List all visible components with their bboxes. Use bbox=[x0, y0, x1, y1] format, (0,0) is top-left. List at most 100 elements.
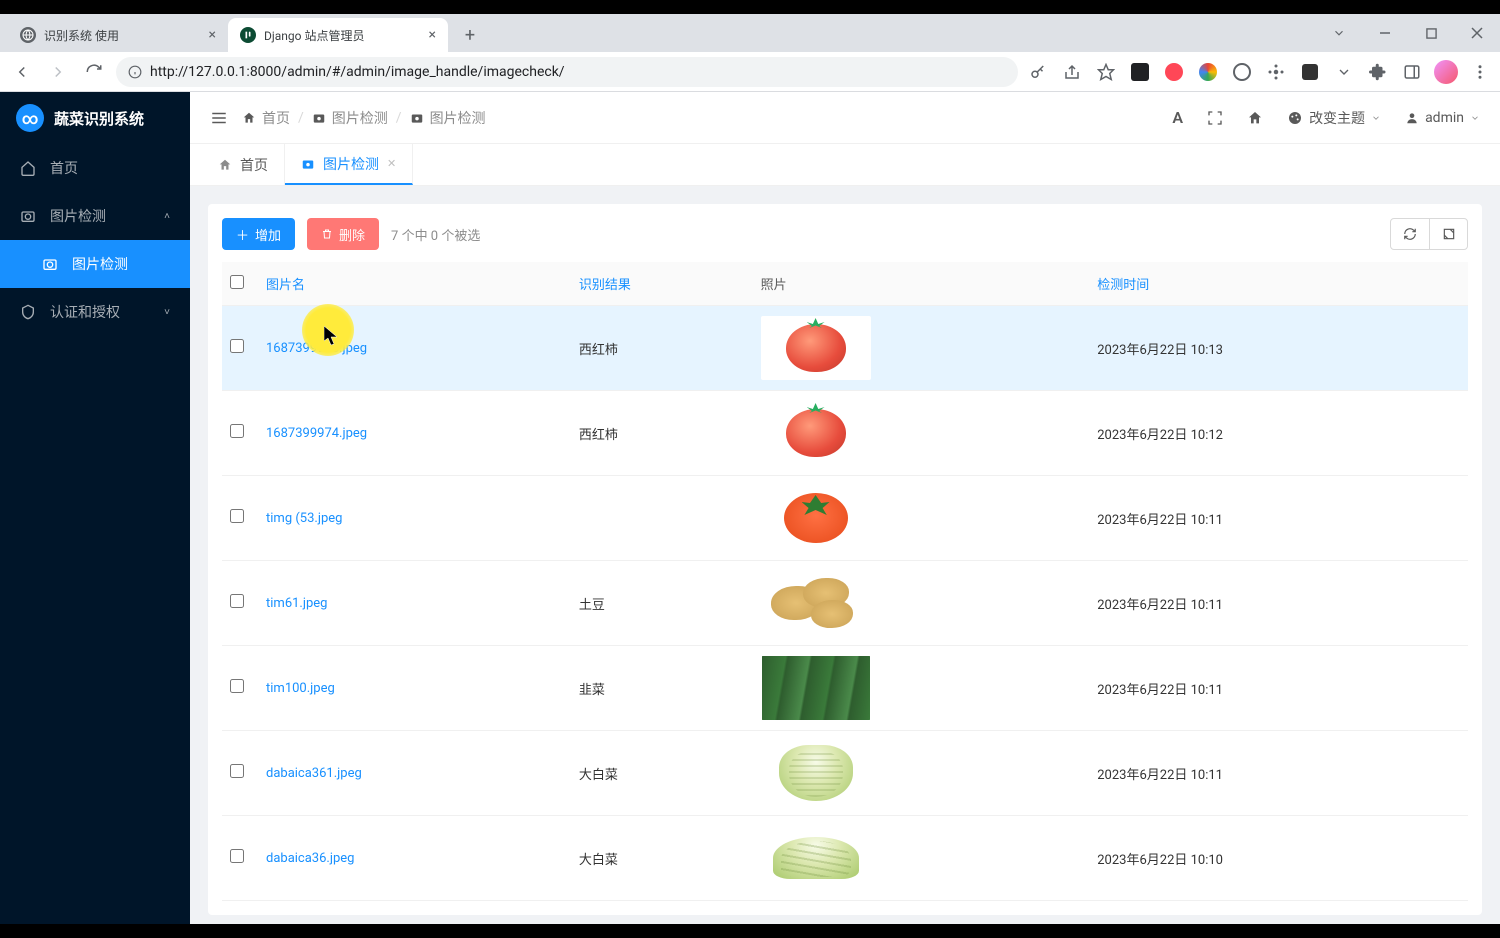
sidebar-item-auth[interactable]: 认证和授权 ˅ bbox=[0, 288, 190, 336]
font-button[interactable]: A bbox=[1172, 108, 1183, 127]
profile-avatar[interactable] bbox=[1434, 60, 1458, 84]
breadcrumb-group[interactable]: 图片检测 bbox=[312, 108, 388, 128]
star-icon[interactable] bbox=[1094, 60, 1118, 84]
menu-label: 认证和授权 bbox=[50, 302, 120, 322]
menu-label: 首页 bbox=[50, 158, 78, 178]
add-button[interactable]: ＋ 增加 bbox=[222, 218, 295, 250]
sidebar-item-home[interactable]: 首页 bbox=[0, 144, 190, 192]
delete-button[interactable]: 删除 bbox=[307, 218, 379, 250]
extensions-icon[interactable] bbox=[1366, 60, 1390, 84]
home-button[interactable] bbox=[1247, 110, 1263, 126]
thumbnail[interactable] bbox=[761, 571, 871, 635]
time-cell: 2023年6月22日 10:12 bbox=[1089, 391, 1468, 476]
result-cell: 大白菜 bbox=[571, 816, 753, 901]
ext-icon-6[interactable] bbox=[1298, 60, 1322, 84]
select-all-checkbox[interactable] bbox=[230, 275, 244, 289]
dropdown-icon[interactable] bbox=[1316, 16, 1362, 50]
maximize-button[interactable] bbox=[1408, 16, 1454, 50]
table-row: timg (53.jpeg 2023年6月22日 10:11 bbox=[222, 476, 1468, 561]
table-row: tim100.jpeg 韭菜 2023年6月22日 10:11 bbox=[222, 646, 1468, 731]
time-cell: 2023年6月22日 10:11 bbox=[1089, 646, 1468, 731]
thumbnail[interactable] bbox=[761, 741, 871, 805]
thumbnail[interactable] bbox=[761, 316, 871, 380]
close-icon[interactable]: ✕ bbox=[387, 157, 396, 170]
row-checkbox[interactable] bbox=[230, 679, 244, 693]
menu-icon[interactable] bbox=[1468, 60, 1492, 84]
sidebar-item-image-detect[interactable]: 图片检测 ˄ bbox=[0, 192, 190, 240]
thumbnail[interactable] bbox=[761, 656, 871, 720]
panel-icon[interactable] bbox=[1400, 60, 1424, 84]
browser-tab-active[interactable]: Django 站点管理员 × bbox=[228, 18, 448, 52]
breadcrumb-home[interactable]: 首页 bbox=[242, 108, 290, 128]
table-row: tim61.jpeg 土豆 2023年6月22日 10:11 bbox=[222, 561, 1468, 646]
django-icon bbox=[240, 27, 256, 43]
camera-icon bbox=[410, 111, 424, 125]
breadcrumb-page: 图片检测 bbox=[410, 108, 486, 128]
share-icon[interactable] bbox=[1060, 60, 1084, 84]
home-icon bbox=[218, 158, 232, 172]
camera-icon bbox=[301, 157, 315, 171]
ext-icon-3[interactable] bbox=[1196, 60, 1220, 84]
ext-icon-7[interactable] bbox=[1332, 60, 1356, 84]
page-tab-image-detect[interactable]: 图片检测 ✕ bbox=[285, 144, 413, 185]
sidebar: ∞ 蔬菜识别系统 首页 图片检测 ˄ 图片检测 认证和授权 bbox=[0, 92, 190, 924]
close-window-button[interactable] bbox=[1454, 16, 1500, 50]
refresh-button[interactable] bbox=[1391, 219, 1429, 249]
ext-icon-5[interactable] bbox=[1264, 60, 1288, 84]
row-checkbox[interactable] bbox=[230, 764, 244, 778]
back-button[interactable] bbox=[8, 58, 36, 86]
expand-icon bbox=[1207, 110, 1223, 126]
filename-link[interactable]: timg (53.jpeg bbox=[266, 511, 342, 526]
col-result[interactable]: 识别结果 bbox=[571, 262, 753, 306]
minimize-button[interactable] bbox=[1362, 16, 1408, 50]
app-logo[interactable]: ∞ 蔬菜识别系统 bbox=[0, 92, 190, 144]
col-time[interactable]: 检测时间 bbox=[1089, 262, 1468, 306]
ext-icon-1[interactable] bbox=[1128, 60, 1152, 84]
new-tab-button[interactable]: + bbox=[456, 21, 484, 49]
page-tab-home[interactable]: 首页 bbox=[202, 144, 285, 185]
theme-selector[interactable]: 改变主题 bbox=[1287, 108, 1381, 128]
reload-button[interactable] bbox=[80, 58, 108, 86]
chevron-down-icon: ˅ bbox=[164, 307, 170, 318]
row-checkbox[interactable] bbox=[230, 594, 244, 608]
fullscreen-button[interactable] bbox=[1207, 110, 1223, 126]
toolbar: ＋ 增加 删除 7 个中 0 个被选 bbox=[222, 218, 1468, 250]
filename-link[interactable]: 1687399985.jpeg bbox=[266, 341, 367, 356]
user-menu[interactable]: admin bbox=[1405, 110, 1480, 126]
hamburger-button[interactable] bbox=[210, 109, 228, 127]
table-row: 1687399985.jpeg 西红柿 2023年6月22日 10:13 bbox=[222, 306, 1468, 391]
key-icon[interactable] bbox=[1026, 60, 1050, 84]
ext-icon-2[interactable] bbox=[1162, 60, 1186, 84]
close-icon[interactable]: × bbox=[429, 27, 436, 43]
row-checkbox[interactable] bbox=[230, 339, 244, 353]
filename-link[interactable]: tim100.jpeg bbox=[266, 681, 335, 696]
app-title: 蔬菜识别系统 bbox=[54, 108, 144, 129]
shield-icon bbox=[20, 304, 36, 320]
row-checkbox[interactable] bbox=[230, 849, 244, 863]
col-filename[interactable]: 图片名 bbox=[258, 262, 571, 306]
thumbnail[interactable] bbox=[761, 401, 871, 465]
table-row: dabaica36.jpeg 大白菜 2023年6月22日 10:10 bbox=[222, 816, 1468, 901]
browser-tab[interactable]: 识别系统 使用 × bbox=[8, 18, 228, 52]
filename-link[interactable]: 1687399974.jpeg bbox=[266, 426, 367, 441]
filename-link[interactable]: dabaica36.jpeg bbox=[266, 851, 354, 866]
url-input[interactable]: http://127.0.0.1:8000/admin/#/admin/imag… bbox=[116, 57, 1018, 87]
thumbnail[interactable] bbox=[761, 826, 871, 890]
row-checkbox[interactable] bbox=[230, 424, 244, 438]
table-row: 1687399974.jpeg 西红柿 2023年6月22日 10:12 bbox=[222, 391, 1468, 476]
tab-title: Django 站点管理员 bbox=[264, 27, 364, 44]
expand-button[interactable] bbox=[1429, 219, 1467, 249]
forward-button[interactable] bbox=[44, 58, 72, 86]
close-icon[interactable]: × bbox=[209, 27, 216, 43]
table-row: dabaica361.jpeg 大白菜 2023年6月22日 10:11 bbox=[222, 731, 1468, 816]
time-cell: 2023年6月22日 10:10 bbox=[1089, 816, 1468, 901]
filename-link[interactable]: dabaica361.jpeg bbox=[266, 766, 362, 781]
row-checkbox[interactable] bbox=[230, 509, 244, 523]
home-icon bbox=[1247, 110, 1263, 126]
ext-icon-4[interactable] bbox=[1230, 60, 1254, 84]
plus-icon: ＋ bbox=[236, 225, 249, 244]
thumbnail[interactable] bbox=[761, 486, 871, 550]
time-cell: 2023年6月22日 10:11 bbox=[1089, 561, 1468, 646]
sidebar-subitem-image-detect[interactable]: 图片检测 bbox=[0, 240, 190, 288]
filename-link[interactable]: tim61.jpeg bbox=[266, 596, 327, 611]
